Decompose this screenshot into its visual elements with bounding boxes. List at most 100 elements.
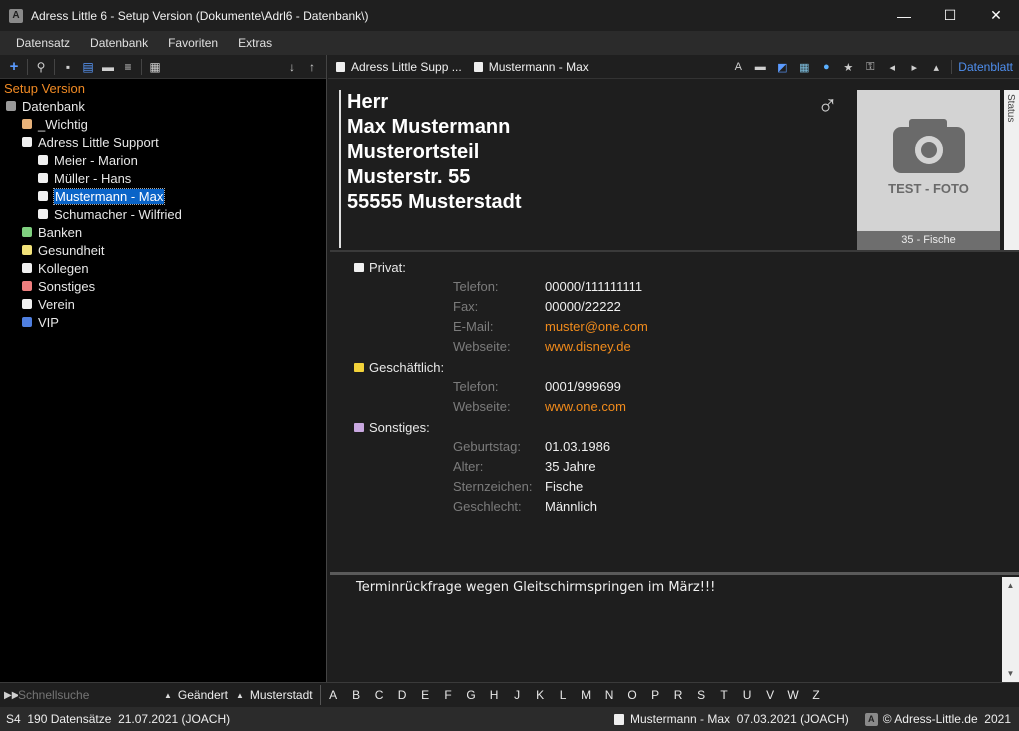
arrow-down-icon[interactable]: ↓ (282, 57, 302, 77)
status-tab[interactable]: Status (1004, 90, 1019, 250)
document-icon (614, 713, 624, 725)
add-icon[interactable]: + (4, 57, 24, 77)
private-website-link[interactable]: www.disney.de (545, 339, 631, 359)
letter-filter-c[interactable]: C (368, 688, 391, 702)
letter-filter-l[interactable]: L (552, 688, 575, 702)
tree-item-label: Adress Little Support (38, 134, 159, 150)
setup-version-label: Setup Version (4, 81, 85, 96)
letter-filter-s[interactable]: S (690, 688, 713, 702)
folder-icon (22, 227, 32, 237)
tree-item-support[interactable]: Adress Little Support (0, 133, 326, 151)
letter-a-icon[interactable]: A (727, 56, 749, 78)
pin-icon[interactable]: ⚲ (31, 57, 51, 77)
folder-icon (22, 119, 32, 129)
quick-search-input[interactable] (18, 686, 156, 704)
record-toolbar: Adress Little Supp ... Mustermann - Max … (328, 55, 1019, 79)
print-icon[interactable]: ▬ (749, 56, 771, 78)
save-icon[interactable]: ▪ (58, 57, 78, 77)
notes-area[interactable]: Terminrückfrage wegen Gleitschirmspringe… (330, 575, 1019, 682)
tree-item-wichtig[interactable]: _Wichtig (0, 115, 326, 133)
folder-tree: Datenbank _Wichtig Adress Little Support Me… (0, 97, 326, 331)
minimize-button[interactable]: — (881, 0, 927, 31)
export-icon[interactable]: ◩ (771, 56, 793, 78)
tree-item-sonstiges[interactable]: Sonstiges (0, 277, 326, 295)
letter-filter-h[interactable]: H (483, 688, 506, 702)
arrow-up-icon[interactable]: ↑ (302, 57, 322, 77)
letter-filter-p[interactable]: P (644, 688, 667, 702)
sort-city-button[interactable]: ▲ Musterstadt (236, 688, 313, 702)
private-phone[interactable]: 00000/111111111 (545, 279, 642, 299)
app-icon[interactable]: A (9, 8, 23, 23)
tree-item-mueller[interactable]: Müller - Hans (0, 169, 326, 187)
lock-icon[interactable]: ⚿ (859, 56, 881, 78)
tree-item-schumacher[interactable]: Schumacher - Wilfried (0, 205, 326, 223)
letter-filter-u[interactable]: U (736, 688, 759, 702)
notes-text[interactable]: Terminrückfrage wegen Gleitschirmspringe… (356, 580, 715, 595)
tree-item-kollegen[interactable]: Kollegen (0, 259, 326, 277)
private-email-link[interactable]: muster@one.com (545, 319, 648, 339)
next-icon[interactable]: ▸ (903, 56, 925, 78)
menu-icon[interactable]: ≡ (118, 57, 138, 77)
letter-filter-f[interactable]: F (437, 688, 460, 702)
full-name: Max Mustermann (347, 116, 511, 138)
business-website-link[interactable]: www.one.com (545, 399, 626, 419)
tree-item-verein[interactable]: Verein (0, 295, 326, 313)
scroll-down-icon[interactable]: ▼ (1002, 665, 1019, 682)
field-row: Geburtstag: 01.03.1986 (453, 439, 610, 459)
letter-filter-o[interactable]: O (621, 688, 644, 702)
tree-root-datenbank[interactable]: Datenbank (0, 97, 326, 115)
age-value: 35 Jahre (545, 459, 596, 474)
record-toolbar-icons: A ▬ ◩ ▦ ● ★ ⚿ ◂ ▸ ▴ Datenblatt (727, 55, 1019, 79)
previous-icon[interactable]: ◂ (881, 56, 903, 78)
sort-changed-label: Geändert (177, 688, 228, 702)
letter-filter-e[interactable]: E (414, 688, 437, 702)
menu-extras[interactable]: Extras (228, 36, 282, 50)
letter-filter-v[interactable]: V (759, 688, 782, 702)
tree-item-label: Datenbank (22, 98, 85, 114)
list-view-icon[interactable]: ▤ (78, 57, 98, 77)
status-current-record: Mustermann - Max 07.03.2021 (JOACH) (630, 712, 849, 726)
street: Musterstr. 55 (347, 166, 471, 188)
letter-filter-m[interactable]: M (575, 688, 598, 702)
star-icon[interactable]: ★ (837, 56, 859, 78)
letter-filter-d[interactable]: D (391, 688, 414, 702)
business-phone[interactable]: 0001/999699 (545, 379, 621, 399)
letter-filter-a[interactable]: A (322, 688, 345, 702)
table-icon[interactable]: ▦ (793, 56, 815, 78)
sort-changed-button[interactable]: ▲ Geändert (164, 688, 228, 702)
letter-filter-r[interactable]: R (667, 688, 690, 702)
letter-filter-z[interactable]: Z (805, 688, 828, 702)
field-label: Webseite: (453, 399, 511, 414)
tree-item-mustermann[interactable]: Mustermann - Max (0, 187, 326, 205)
letter-filter-k[interactable]: K (529, 688, 552, 702)
menu-datensatz[interactable]: Datensatz (6, 36, 80, 50)
letter-filter-t[interactable]: T (713, 688, 736, 702)
tree-item-gesundheit[interactable]: Gesundheit (0, 241, 326, 259)
tree-item-banken[interactable]: Banken (0, 223, 326, 241)
collapse-icon[interactable]: ▴ (925, 56, 947, 78)
print-icon[interactable]: ▬ (98, 57, 118, 77)
letter-filter-w[interactable]: W (782, 688, 805, 702)
menu-favoriten[interactable]: Favoriten (158, 36, 228, 50)
map-pin-icon[interactable]: ● (815, 56, 837, 78)
tree-item-meier[interactable]: Meier - Marion (0, 151, 326, 169)
field-row: Sternzeichen: Fische (453, 479, 583, 499)
letter-filter-b[interactable]: B (345, 688, 368, 702)
scroll-up-icon[interactable]: ▲ (1002, 577, 1019, 594)
letter-filter-g[interactable]: G (460, 688, 483, 702)
fast-forward-icon[interactable]: ▶▶ (4, 690, 19, 701)
datenblatt-link[interactable]: Datenblatt (951, 60, 1019, 74)
folder-icon (22, 263, 32, 273)
notes-scrollbar[interactable]: ▲ ▼ (1002, 577, 1019, 682)
close-button[interactable]: ✕ (973, 0, 1019, 31)
tree-item-vip[interactable]: VIP (0, 313, 326, 331)
contact-photo[interactable]: TEST - FOTO 35 - Fische (857, 90, 1000, 250)
breadcrumb-record[interactable]: Mustermann - Max (473, 60, 589, 74)
film-icon[interactable]: ▦ (145, 57, 165, 77)
letter-filter-j[interactable]: J (506, 688, 529, 702)
menu-datenbank[interactable]: Datenbank (80, 36, 158, 50)
letter-filter-n[interactable]: N (598, 688, 621, 702)
maximize-button[interactable]: ☐ (927, 0, 973, 31)
breadcrumb-group[interactable]: Adress Little Supp ... (336, 60, 462, 74)
tree-item-label: Sonstiges (38, 278, 96, 294)
